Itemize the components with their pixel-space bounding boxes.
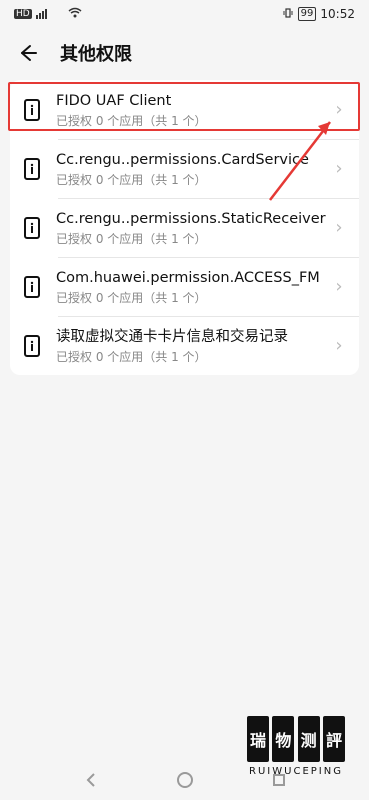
permission-item[interactable]: 读取虚拟交通卡卡片信息和交易记录 已授权 0 个应用（共 1 个） › xyxy=(10,316,359,375)
permission-title: Cc.rengu..permissions.StaticReceiver xyxy=(56,210,326,227)
watermark: 瑞 物 测 評 RUIWUCEPING xyxy=(241,714,351,786)
permission-info-icon xyxy=(22,275,42,299)
chevron-right-icon: › xyxy=(335,276,343,297)
permission-info-icon xyxy=(22,334,42,358)
permission-item[interactable]: FIDO UAF Client 已授权 0 个应用（共 1 个） › xyxy=(10,80,359,139)
vibrate-icon xyxy=(282,7,294,22)
status-right: 99 10:52 xyxy=(282,7,355,22)
status-bar: HD 99 10:52 xyxy=(0,0,369,28)
signal-icon xyxy=(35,7,64,22)
watermark-char: 物 xyxy=(272,716,295,762)
watermark-text: RUIWUCEPING xyxy=(249,766,343,777)
permission-texts: Com.huawei.permission.ACCESS_FM 已授权 0 个应… xyxy=(56,269,331,305)
header: 其他权限 xyxy=(0,28,369,78)
nav-back-button[interactable] xyxy=(79,768,103,792)
back-button[interactable] xyxy=(12,38,42,68)
permission-info-icon xyxy=(22,157,42,181)
permission-subtitle: 已授权 0 个应用（共 1 个） xyxy=(56,113,207,128)
watermark-chars: 瑞 物 测 評 xyxy=(247,714,345,762)
back-triangle-icon xyxy=(86,773,95,787)
permission-subtitle: 已授权 0 个应用（共 1 个） xyxy=(56,349,207,364)
permission-title: Cc.rengu..permissions.CardService xyxy=(56,151,309,168)
chevron-right-icon: › xyxy=(335,99,343,120)
permission-subtitle: 已授权 0 个应用（共 1 个） xyxy=(56,172,207,187)
chevron-right-icon: › xyxy=(335,217,343,238)
permission-title: Com.huawei.permission.ACCESS_FM xyxy=(56,269,320,286)
home-circle-icon xyxy=(176,772,193,788)
page-title: 其他权限 xyxy=(60,44,132,65)
hd-badge: HD xyxy=(14,9,32,19)
permission-title: 读取虚拟交通卡卡片信息和交易记录 xyxy=(56,328,288,345)
permission-item[interactable]: Cc.rengu..permissions.CardService 已授权 0 … xyxy=(10,139,359,198)
permission-subtitle: 已授权 0 个应用（共 1 个） xyxy=(56,290,207,305)
watermark-char: 瑞 xyxy=(247,716,269,762)
status-left: HD xyxy=(14,7,98,22)
permission-info-icon xyxy=(22,216,42,240)
nav-home-button[interactable] xyxy=(173,768,197,792)
permission-texts: 读取虚拟交通卡卡片信息和交易记录 已授权 0 个应用（共 1 个） xyxy=(56,328,331,364)
permission-info-icon xyxy=(22,98,42,122)
back-arrow-icon xyxy=(21,45,37,61)
permission-texts: Cc.rengu..permissions.StaticReceiver 已授权… xyxy=(56,210,331,246)
chevron-right-icon: › xyxy=(335,335,343,356)
watermark-char: 評 xyxy=(322,716,345,762)
permission-item[interactable]: Cc.rengu..permissions.StaticReceiver 已授权… xyxy=(10,198,359,257)
permission-texts: FIDO UAF Client 已授权 0 个应用（共 1 个） xyxy=(56,92,331,128)
permission-item[interactable]: Com.huawei.permission.ACCESS_FM 已授权 0 个应… xyxy=(10,257,359,316)
battery-indicator: 99 xyxy=(297,7,317,21)
permission-subtitle: 已授权 0 个应用（共 1 个） xyxy=(56,231,207,246)
permission-texts: Cc.rengu..permissions.CardService 已授权 0 … xyxy=(56,151,331,187)
chevron-right-icon: › xyxy=(335,158,343,179)
watermark-char: 测 xyxy=(297,716,320,762)
permission-title: FIDO UAF Client xyxy=(56,92,172,109)
wifi-icon xyxy=(68,7,82,22)
clock: 10:52 xyxy=(320,7,355,21)
permissions-list: FIDO UAF Client 已授权 0 个应用（共 1 个） › Cc.re… xyxy=(10,80,359,375)
